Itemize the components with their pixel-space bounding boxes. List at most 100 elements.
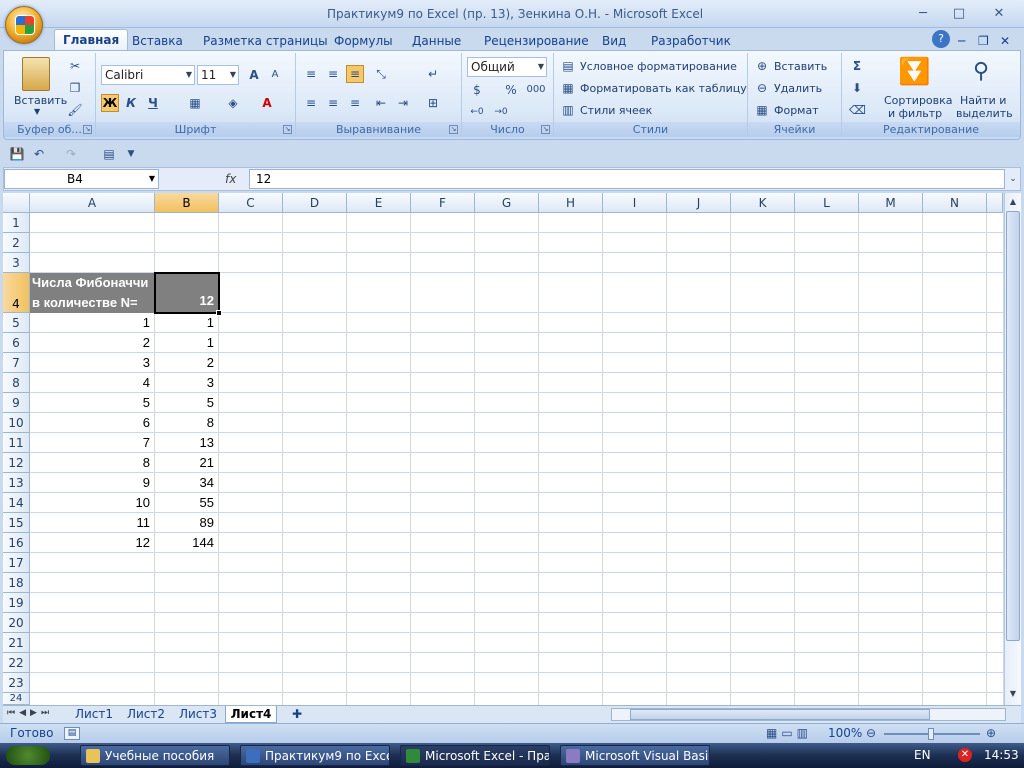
row-header[interactable]: 19 bbox=[3, 593, 30, 613]
cell-a[interactable]: 5 bbox=[30, 395, 154, 410]
cell-a[interactable]: 9 bbox=[30, 475, 154, 490]
worksheet-grid[interactable]: A B C D E F G H I J K L M N 1 2 3 4 5 6 … bbox=[3, 193, 1003, 705]
row-header[interactable]: 16 bbox=[3, 533, 30, 553]
macro-record-icon[interactable]: ▤ bbox=[64, 727, 80, 740]
italic-button[interactable]: К bbox=[122, 94, 140, 112]
tab-page-layout[interactable]: Разметка страницы bbox=[203, 31, 328, 51]
align-right-icon[interactable]: ≡ bbox=[346, 94, 364, 112]
increase-decimal-icon[interactable]: ←0 bbox=[468, 103, 486, 121]
insert-function-button[interactable]: fx bbox=[225, 169, 247, 189]
cell-b[interactable]: 8 bbox=[155, 415, 218, 430]
align-bottom-icon[interactable]: ≡ bbox=[346, 65, 364, 83]
wrap-text-icon[interactable]: ↵ bbox=[424, 65, 442, 83]
font-dialog-launcher[interactable]: ↘ bbox=[283, 125, 292, 134]
find-select-icon[interactable]: ⚲ bbox=[966, 57, 996, 87]
cell-b[interactable]: 13 bbox=[155, 435, 218, 450]
redo-icon[interactable]: ↷ bbox=[62, 145, 80, 163]
grow-font-button[interactable]: A bbox=[245, 66, 263, 84]
row-header[interactable]: 2 bbox=[3, 233, 30, 253]
format-cells-button[interactable]: Формат bbox=[774, 104, 819, 117]
column-header[interactable]: E bbox=[347, 193, 411, 213]
select-all-corner[interactable] bbox=[3, 193, 30, 213]
decrease-indent-icon[interactable]: ⇤ bbox=[372, 94, 390, 112]
column-header[interactable]: G bbox=[475, 193, 539, 213]
column-header[interactable]: L bbox=[795, 193, 859, 213]
borders-icon[interactable]: ▦ bbox=[186, 94, 204, 112]
alignment-dialog-launcher[interactable]: ↘ bbox=[449, 125, 458, 134]
zoom-slider-thumb[interactable] bbox=[928, 728, 934, 740]
tab-view[interactable]: Вид bbox=[602, 31, 626, 51]
row-header[interactable]: 11 bbox=[3, 433, 30, 453]
insert-cells-icon[interactable]: ⊕ bbox=[753, 57, 771, 75]
taskbar-item-folder[interactable]: Учебные пособия bbox=[80, 745, 230, 766]
column-header[interactable]: M bbox=[859, 193, 923, 213]
font-size-combo[interactable]: 11 ▼ bbox=[197, 65, 239, 85]
paste-button[interactable]: Вставить bbox=[14, 94, 67, 107]
cell-a[interactable]: 12 bbox=[30, 535, 154, 550]
format-as-table-button[interactable]: Форматировать как таблицу bbox=[580, 82, 747, 95]
cell-a[interactable]: 7 bbox=[30, 435, 154, 450]
cell-b[interactable]: 5 bbox=[155, 395, 218, 410]
thousands-button[interactable]: 000 bbox=[524, 81, 548, 99]
formula-input[interactable]: 12 bbox=[249, 169, 1005, 189]
column-header[interactable]: B bbox=[155, 193, 219, 213]
header-label-line-1[interactable]: Числа Фибоначчи bbox=[32, 275, 148, 290]
cut-icon[interactable]: ✂ bbox=[66, 57, 84, 75]
header-label-line-2[interactable]: в количестве N= bbox=[32, 295, 138, 310]
cell-styles-button[interactable]: Стили ячеек bbox=[580, 104, 652, 117]
tab-insert[interactable]: Вставка bbox=[132, 31, 183, 51]
scroll-up-icon[interactable]: ▲ bbox=[1006, 195, 1020, 209]
cell-styles-icon[interactable]: ▥ bbox=[559, 101, 577, 119]
decrease-decimal-icon[interactable]: →0 bbox=[492, 103, 510, 121]
doc-restore-button[interactable]: ❐ bbox=[978, 31, 989, 51]
column-header[interactable]: J bbox=[667, 193, 731, 213]
find-select-label-1[interactable]: Найти и bbox=[960, 94, 1006, 107]
row-header[interactable]: 13 bbox=[3, 473, 30, 493]
clear-icon[interactable]: ⌫ bbox=[848, 101, 866, 119]
view-buttons[interactable]: ▦▭▥ bbox=[766, 726, 812, 740]
orientation-icon[interactable]: ⤡ bbox=[372, 65, 390, 83]
insert-cells-button[interactable]: Вставить bbox=[774, 60, 827, 73]
expand-formula-bar-icon[interactable]: ⌄ bbox=[1006, 169, 1020, 189]
increase-indent-icon[interactable]: ⇥ bbox=[394, 94, 412, 112]
column-header[interactable]: I bbox=[603, 193, 667, 213]
tab-data[interactable]: Данные bbox=[412, 31, 461, 51]
percent-button[interactable]: % bbox=[502, 81, 520, 99]
number-format-combo[interactable]: Общий ▼ bbox=[467, 57, 547, 77]
row-header[interactable]: 6 bbox=[3, 333, 30, 353]
row-header[interactable]: 8 bbox=[3, 373, 30, 393]
fill-color-icon[interactable]: ◈ bbox=[224, 94, 242, 112]
column-header[interactable]: D bbox=[283, 193, 347, 213]
number-dialog-launcher[interactable]: ↘ bbox=[541, 125, 550, 134]
zoom-level[interactable]: 100% bbox=[828, 726, 862, 740]
row-header[interactable]: 7 bbox=[3, 353, 30, 373]
tab-review[interactable]: Рецензирование bbox=[484, 31, 589, 51]
align-center-icon[interactable]: ≡ bbox=[324, 94, 342, 112]
tab-formulas[interactable]: Формулы bbox=[334, 31, 393, 51]
delete-cells-icon[interactable]: ⊖ bbox=[753, 79, 771, 97]
row-header[interactable]: 18 bbox=[3, 573, 30, 593]
office-button[interactable] bbox=[5, 6, 43, 44]
horizontal-scrollbar[interactable] bbox=[611, 708, 1006, 721]
column-header[interactable]: H bbox=[539, 193, 603, 213]
align-left-icon[interactable]: ≡ bbox=[302, 94, 320, 112]
cell-a[interactable]: 8 bbox=[30, 455, 154, 470]
row-header[interactable]: 10 bbox=[3, 413, 30, 433]
undo-icon[interactable]: ↶ bbox=[30, 145, 48, 163]
row-header[interactable]: 21 bbox=[3, 633, 30, 653]
sheet-tab-active[interactable]: Лист4 bbox=[225, 706, 277, 723]
row-header[interactable]: 17 bbox=[3, 553, 30, 573]
help-icon[interactable]: ? bbox=[932, 30, 950, 48]
row-header[interactable]: 20 bbox=[3, 613, 30, 633]
close-button[interactable]: ✕ bbox=[988, 6, 1010, 22]
column-header[interactable]: F bbox=[411, 193, 475, 213]
sort-filter-label-2[interactable]: и фильтр bbox=[888, 107, 942, 120]
scroll-down-icon[interactable]: ▼ bbox=[1006, 687, 1020, 701]
sheet-tab[interactable]: Лист3 bbox=[173, 706, 223, 723]
sort-filter-label-1[interactable]: Сортировка bbox=[884, 94, 953, 107]
sheet-nav-icon[interactable]: ⏮◀▶⏭ bbox=[7, 708, 53, 718]
format-as-table-icon[interactable]: ▦ bbox=[559, 79, 577, 97]
sheet-tab[interactable]: Лист2 bbox=[121, 706, 171, 723]
column-header[interactable]: A bbox=[30, 193, 155, 213]
paste-icon[interactable] bbox=[22, 57, 50, 91]
